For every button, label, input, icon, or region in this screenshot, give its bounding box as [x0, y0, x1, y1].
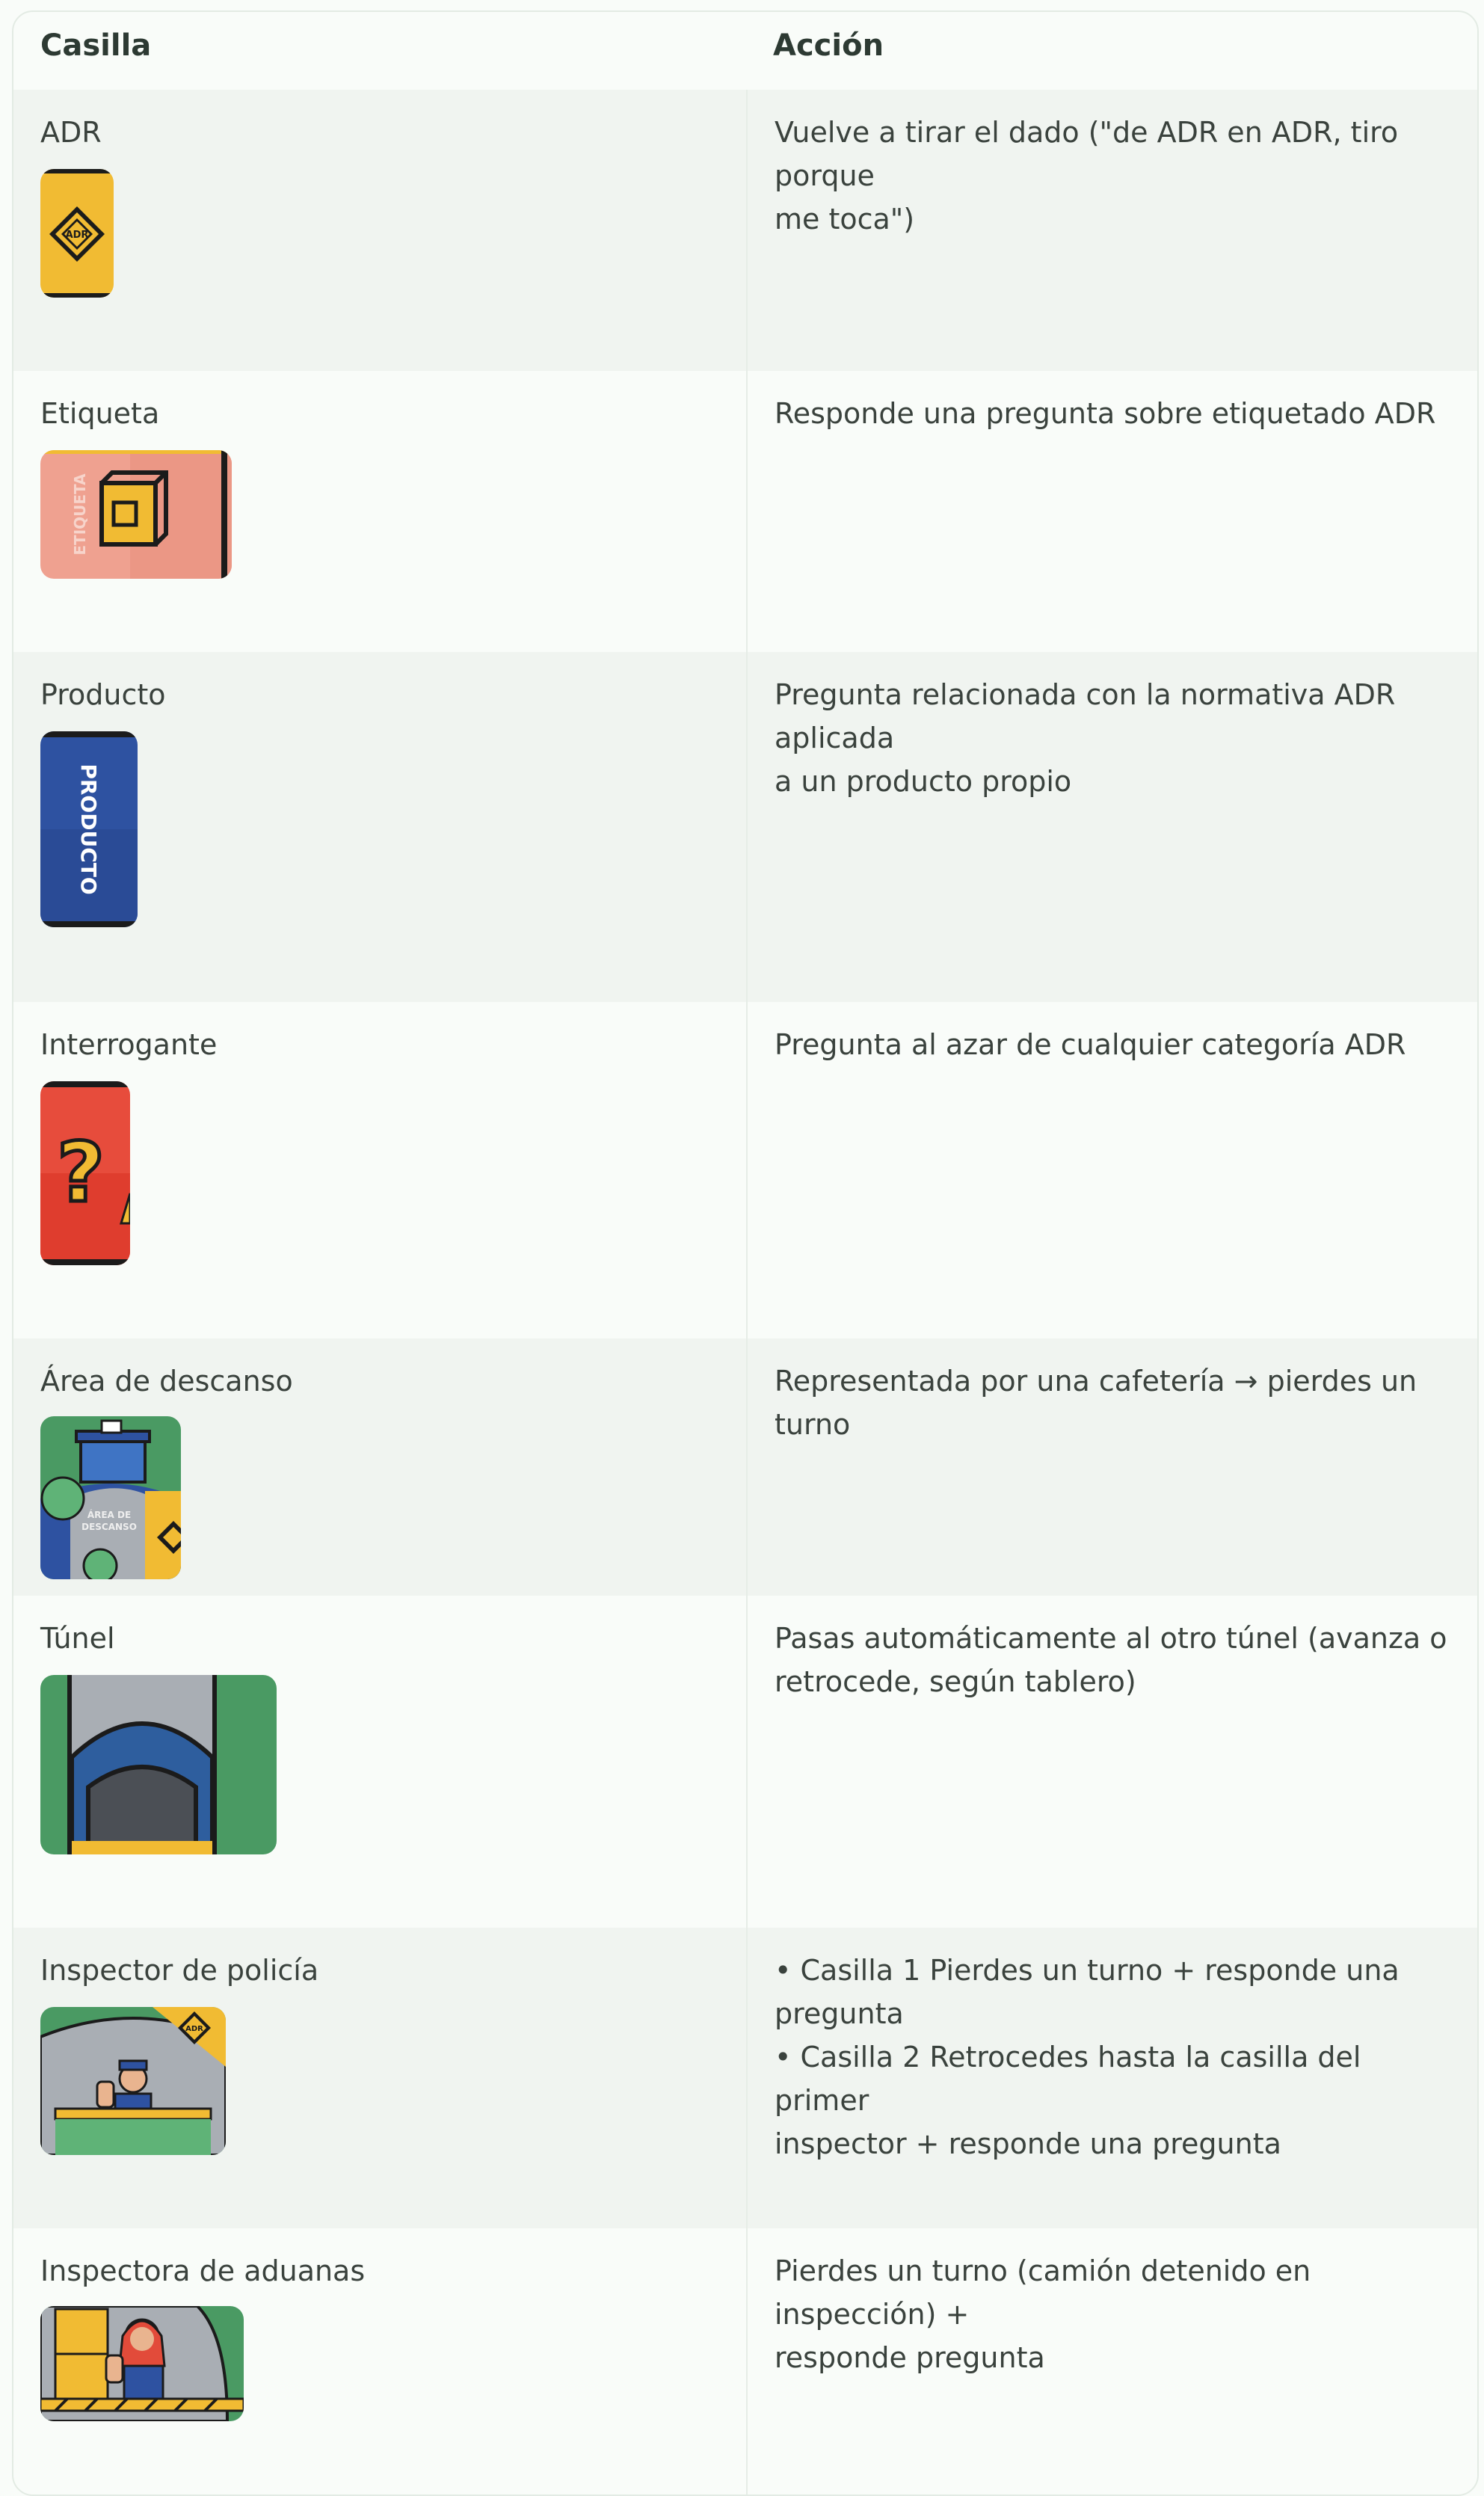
accion-text: Pierdes un turno (camión detenido en ins… — [775, 2254, 1311, 2374]
svg-text:ADR: ADR — [185, 2025, 203, 2033]
accion-text: Responde una pregunta sobre etiquetado A… — [775, 397, 1436, 430]
svg-text:?: ? — [57, 1125, 105, 1220]
product-icon: PRODUCTO — [40, 731, 138, 927]
question-mark-icon: ? — [40, 1081, 130, 1265]
rules-table: Casilla Acción ADR ADR Vuelve a tirar el… — [12, 10, 1479, 2496]
casilla-name: ADR — [40, 116, 102, 149]
table-row: Área de descanso ÁREA DE DESCANSO Repres… — [13, 1338, 1477, 1596]
table-row: Inspectora de aduanas Pierdes un turno (… — [13, 2228, 1477, 2495]
table-row: Inspector de policía ADR • Casilla 1 Pie… — [13, 1928, 1477, 2228]
table-row: Etiqueta ETIQUETA Responde una pregunta … — [13, 371, 1477, 652]
table-header: Casilla Acción — [13, 12, 1477, 90]
casilla-name: Inspector de policía — [40, 1954, 319, 1987]
tile-label-text: ETIQUETA — [71, 473, 89, 556]
label-box-icon: ETIQUETA — [40, 450, 232, 579]
accion-text: Pregunta al azar de cualquier categoría … — [775, 1028, 1406, 1061]
table-row: Producto PRODUCTO Pregunta relacionada c… — [13, 652, 1477, 1002]
header-casilla: Casilla — [40, 28, 152, 63]
accion-text: • Casilla 1 Pierdes un turno + responde … — [775, 1954, 1400, 2160]
table-row: Interrogante ? Pregunta al azar de cualq… — [13, 1002, 1477, 1338]
casilla-name: Producto — [40, 678, 166, 711]
tile-label-text: PRODUCTO — [76, 763, 101, 894]
table-row: Túnel Pasas automáticamente al otro túne… — [13, 1596, 1477, 1928]
casilla-name: Inspectora de aduanas — [40, 2254, 366, 2287]
accion-text: Representada por una cafetería → pierdes… — [775, 1365, 1417, 1441]
svg-text:ADR: ADR — [66, 230, 89, 241]
accion-text: Vuelve a tirar el dado ("de ADR en ADR, … — [775, 116, 1399, 236]
police-inspector-icon: ADR — [40, 2007, 226, 2155]
adr-sign-icon: ADR — [40, 169, 114, 298]
svg-text:DESCANSO: DESCANSO — [81, 1522, 137, 1532]
svg-text:ÁREA DE: ÁREA DE — [87, 1509, 131, 1520]
table-row: ADR ADR Vuelve a tirar el dado ("de ADR … — [13, 90, 1477, 371]
header-accion: Acción — [773, 28, 884, 63]
casilla-name: Interrogante — [40, 1028, 218, 1061]
casilla-name: Túnel — [40, 1622, 115, 1655]
tunnel-icon — [40, 1675, 277, 1854]
rest-area-icon: ÁREA DE DESCANSO — [40, 1416, 181, 1579]
customs-inspector-icon — [40, 2306, 244, 2421]
accion-text: Pregunta relacionada con la normativa AD… — [775, 678, 1396, 798]
casilla-name: Área de descanso — [40, 1365, 293, 1398]
casilla-name: Etiqueta — [40, 397, 160, 430]
accion-text: Pasas automáticamente al otro túnel (ava… — [775, 1622, 1447, 1698]
